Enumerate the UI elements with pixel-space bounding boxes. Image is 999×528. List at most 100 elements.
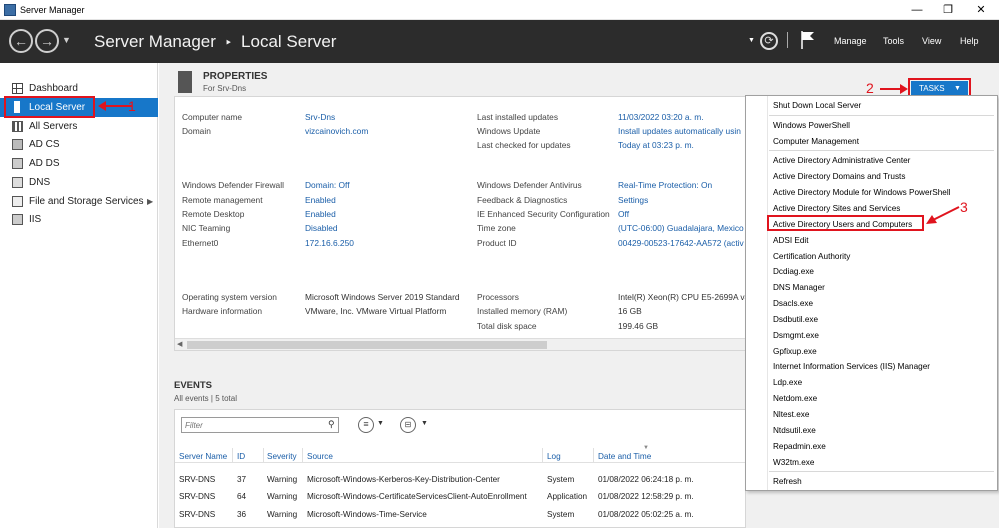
properties-hscrollbar[interactable]: ◀: [175, 338, 745, 350]
col-severity[interactable]: Severity: [267, 452, 297, 461]
annotation-highlight-local-server: [4, 96, 95, 118]
prop-label: Windows Defender Antivirus: [477, 180, 582, 190]
forward-arrow-icon[interactable]: →: [35, 29, 59, 53]
search-icon[interactable]: ⚲: [328, 419, 335, 430]
list-options-dropdown-icon[interactable]: ▼: [377, 420, 384, 427]
prop-value-ie-esc[interactable]: Off: [618, 209, 629, 219]
col-divider: [232, 448, 233, 462]
menu-item-powershell[interactable]: Windows PowerShell: [773, 121, 850, 130]
prop-value-remote-desktop[interactable]: Enabled: [305, 209, 336, 219]
prop-value-time-zone[interactable]: (UTC-06:00) Guadalajara, Mexico C: [618, 223, 752, 233]
sidebar-item-dns[interactable]: DNS: [0, 173, 158, 192]
menu-view[interactable]: View: [922, 36, 941, 46]
prop-label: NIC Teaming: [182, 223, 231, 233]
sidebar-item-file-storage[interactable]: File and Storage Services: [0, 192, 158, 211]
prop-value-windows-update[interactable]: Install updates automatically usin: [618, 126, 741, 136]
save-query-icon[interactable]: ⊟: [400, 417, 416, 433]
prop-value-firewall[interactable]: Domain: Off: [305, 180, 350, 190]
menu-item-w32tm[interactable]: W32tm.exe: [773, 458, 814, 467]
prop-label: Remote management: [182, 195, 263, 205]
refresh-icon[interactable]: ⟳: [760, 32, 778, 50]
sidebar-item-label: IIS: [29, 214, 42, 225]
prop-value-product-id[interactable]: 00429-00523-17642-AA572 (activ: [618, 238, 744, 248]
prop-value-feedback[interactable]: Settings: [618, 195, 648, 205]
menu-item-adsi-edit[interactable]: ADSI Edit: [773, 236, 809, 245]
menu-separator: [769, 150, 994, 151]
list-options-icon[interactable]: ≡: [358, 417, 374, 433]
menu-item-shutdown[interactable]: Shut Down Local Server: [773, 101, 861, 110]
menu-item-ntdsutil[interactable]: Ntdsutil.exe: [773, 426, 816, 435]
cell-source: Microsoft-Windows-Kerberos-Key-Distribut…: [307, 475, 500, 484]
menu-item-computer-management[interactable]: Computer Management: [773, 137, 859, 146]
restore-button[interactable]: ❐: [933, 0, 963, 20]
prop-label: Windows Update: [477, 126, 541, 136]
menu-item-dns-manager[interactable]: DNS Manager: [773, 283, 825, 292]
back-arrow-icon[interactable]: ←: [9, 29, 33, 53]
cell-severity: Warning: [267, 492, 298, 501]
prop-value-domain[interactable]: vizcainovich.com: [305, 126, 368, 136]
prop-label: Domain: [182, 126, 211, 136]
prop-value-nic-teaming[interactable]: Disabled: [305, 223, 338, 233]
sidebar-item-all-servers[interactable]: All Servers: [0, 117, 158, 136]
menu-item-netdom[interactable]: Netdom.exe: [773, 394, 817, 403]
storage-icon: [12, 196, 23, 207]
menu-item-ad-domains-trusts[interactable]: Active Directory Domains and Trusts: [773, 172, 905, 181]
menu-manage[interactable]: Manage: [834, 36, 867, 46]
minimize-button[interactable]: —: [902, 0, 932, 20]
menu-item-dsdbutil[interactable]: Dsdbutil.exe: [773, 315, 818, 324]
menu-item-ldp[interactable]: Ldp.exe: [773, 378, 802, 387]
menu-item-dcdiag[interactable]: Dcdiag.exe: [773, 267, 814, 276]
menu-item-nltest[interactable]: Nltest.exe: [773, 410, 809, 419]
prop-value-last-checked[interactable]: Today at 03:23 p. m.: [618, 140, 694, 150]
col-server-name[interactable]: Server Name: [179, 452, 227, 461]
menu-item-ad-admin-center[interactable]: Active Directory Administrative Center: [773, 156, 910, 165]
refresh-dropdown-icon[interactable]: ▼: [748, 37, 755, 44]
sidebar-item-ad-cs[interactable]: AD CS: [0, 135, 158, 154]
history-dropdown-icon[interactable]: ▼: [62, 35, 71, 45]
prop-value-computer-name[interactable]: Srv-Dns: [305, 112, 335, 122]
menu-item-iis-manager[interactable]: Internet Information Services (IIS) Mana…: [773, 362, 930, 371]
scrollbar-thumb[interactable]: [187, 341, 547, 349]
menu-item-repadmin[interactable]: Repadmin.exe: [773, 442, 826, 451]
menu-item-certification-authority[interactable]: Certification Authority: [773, 252, 850, 261]
filter-box[interactable]: ⚲: [181, 417, 339, 433]
notifications-flag-icon[interactable]: [800, 30, 816, 52]
prop-value-remote-management[interactable]: Enabled: [305, 195, 336, 205]
breadcrumb-current: Local Server: [241, 32, 337, 51]
scroll-left-icon[interactable]: ◀: [177, 340, 182, 348]
col-log[interactable]: Log: [547, 452, 561, 461]
col-date-time[interactable]: Date and Time: [598, 452, 651, 461]
prop-value-ethernet[interactable]: 172.16.6.250: [305, 238, 354, 248]
menu-help[interactable]: Help: [960, 36, 979, 46]
sort-desc-icon: ▼: [643, 445, 649, 451]
menu-item-ad-users-computers[interactable]: Active Directory Users and Computers: [773, 220, 912, 229]
sidebar-item-iis[interactable]: IIS: [0, 210, 158, 229]
menu-item-ad-powershell-module[interactable]: Active Directory Module for Windows Powe…: [773, 188, 950, 197]
prop-value-antivirus[interactable]: Real-Time Protection: On: [618, 180, 712, 190]
col-divider: [542, 448, 543, 462]
tasks-button-label: TASKS: [919, 84, 945, 93]
prop-value-last-updates[interactable]: 11/03/2022 03:20 a. m.: [618, 112, 704, 122]
col-source[interactable]: Source: [307, 452, 333, 461]
cell-server-name: SRV-DNS: [179, 475, 216, 484]
close-button[interactable]: ✕: [966, 0, 996, 20]
filter-input[interactable]: [182, 418, 322, 432]
header-divider: [787, 32, 788, 48]
save-query-dropdown-icon[interactable]: ▼: [421, 420, 428, 427]
menu-item-dsmgmt[interactable]: Dsmgmt.exe: [773, 331, 819, 340]
expand-chevron-icon[interactable]: ▶: [147, 197, 153, 206]
events-header-row: [175, 446, 745, 463]
menu-item-gpfixup[interactable]: Gpfixup.exe: [773, 347, 817, 356]
cell-date-time: 01/08/2022 06:24:18 p. m.: [598, 475, 694, 484]
sidebar-item-label: AD DS: [29, 158, 60, 169]
cell-date-time: 01/08/2022 05:02:25 a. m.: [598, 510, 694, 519]
menu-item-dsacls[interactable]: Dsacls.exe: [773, 299, 813, 308]
prop-label: IE Enhanced Security Configuration: [477, 209, 610, 219]
menu-item-refresh[interactable]: Refresh: [773, 477, 802, 486]
col-id[interactable]: ID: [237, 452, 245, 461]
cell-log: System: [547, 510, 575, 519]
sidebar-item-ad-ds[interactable]: AD DS: [0, 154, 158, 173]
prop-value-hardware: VMware, Inc. VMware Virtual Platform: [305, 306, 447, 316]
menu-item-ad-sites-services[interactable]: Active Directory Sites and Services: [773, 204, 900, 213]
menu-tools[interactable]: Tools: [883, 36, 904, 46]
